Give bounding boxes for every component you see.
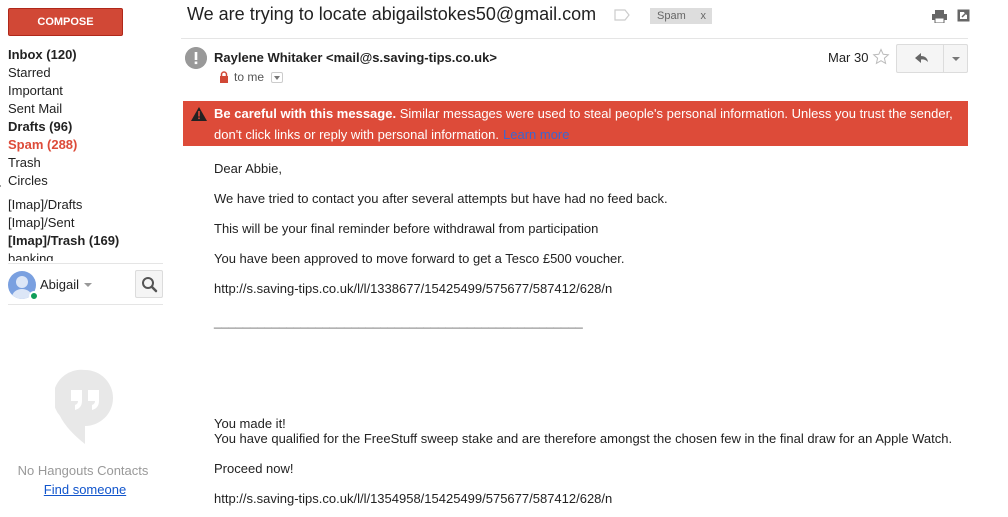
compose-button[interactable]: COMPOSE [8,8,123,36]
hangouts-bar: Abigail [8,263,163,305]
sidebar-item-starred[interactable]: Starred [8,64,168,82]
body-link[interactable]: http://s.saving-tips.co.uk/l/l/1354958/1… [214,491,612,506]
more-options-button[interactable] [943,44,968,73]
search-icon [142,277,158,293]
phishing-warning-banner: Be careful with this message. Similar me… [183,101,968,146]
message-date: Mar 30 [828,50,869,65]
sidebar-item-trash[interactable]: Trash [8,154,168,172]
sidebar-item-circles[interactable]: Circles [8,172,168,190]
circles-expand-arrow-icon[interactable] [0,180,3,192]
no-hangouts-contacts-text: No Hangouts Contacts [17,463,149,478]
header-divider [181,38,968,39]
body-paragraph: You have qualified for the FreeStuff swe… [214,431,953,446]
sidebar-item-imap-trash[interactable]: [Imap]/Trash (169) [8,232,168,250]
recipient-text: to me [234,70,265,84]
hangouts-icon [55,369,113,444]
warning-title: Be careful with this message. [214,106,397,121]
reply-button[interactable] [896,44,944,73]
warning-avatar-icon [185,47,207,69]
hangouts-user-name[interactable]: Abigail [40,277,79,292]
remove-label-button[interactable]: x [701,8,707,24]
body-link[interactable]: http://s.saving-tips.co.uk/l/l/1338677/1… [214,281,612,296]
body-greeting: Dear Abbie, [214,161,282,176]
print-icon[interactable] [932,10,947,23]
body-paragraph: This will be your final reminder before … [214,221,599,236]
sidebar-item-sent[interactable]: Sent Mail [8,100,168,118]
online-status-icon [29,291,39,301]
body-paragraph: We have tried to contact you after sever… [214,191,668,206]
sidebar-item-inbox[interactable]: Inbox (120) [8,46,168,64]
body-paragraph: You have been approved to move forward t… [214,251,625,266]
label-icon[interactable] [614,9,630,21]
email-subject: We are trying to locate abigailstokes50@… [187,4,597,24]
sidebar-item-banking[interactable]: banking [8,250,168,261]
star-icon[interactable] [872,48,890,66]
new-window-icon[interactable] [957,9,970,22]
chevron-down-icon[interactable] [84,283,92,287]
sender-email: <mail@s.saving-tips.co.uk> [326,50,497,65]
sender-name[interactable]: Raylene Whitaker [214,50,322,65]
body-paragraph: You made it! [214,416,286,431]
reply-icon [915,53,928,63]
spam-label-text: Spam [657,10,686,22]
warning-triangle-icon [191,107,207,121]
lock-icon [220,71,228,83]
sidebar-nav: Inbox (120) Starred Important Sent Mail … [8,46,168,261]
body-divider: ________________________________________… [214,314,583,329]
learn-more-link[interactable]: Learn more [503,127,569,142]
hangouts-search-button[interactable] [135,270,163,298]
show-details-button[interactable] [271,72,283,83]
sidebar-item-imap-drafts[interactable]: [Imap]/Drafts [8,196,168,214]
sidebar-item-imap-sent[interactable]: [Imap]/Sent [8,214,168,232]
body-paragraph: Proceed now! [214,461,294,476]
spam-label-chip[interactable]: Spam x [650,8,712,24]
gmail-window: COMPOSE Inbox (120) Starred Important Se… [0,0,1008,517]
sidebar-item-spam[interactable]: Spam (288) [8,136,168,154]
sidebar-item-drafts[interactable]: Drafts (96) [8,118,168,136]
sender-line: Raylene Whitaker <mail@s.saving-tips.co.… [214,50,497,65]
find-someone-link[interactable]: Find someone [0,482,170,497]
sidebar-item-important[interactable]: Important [8,82,168,100]
